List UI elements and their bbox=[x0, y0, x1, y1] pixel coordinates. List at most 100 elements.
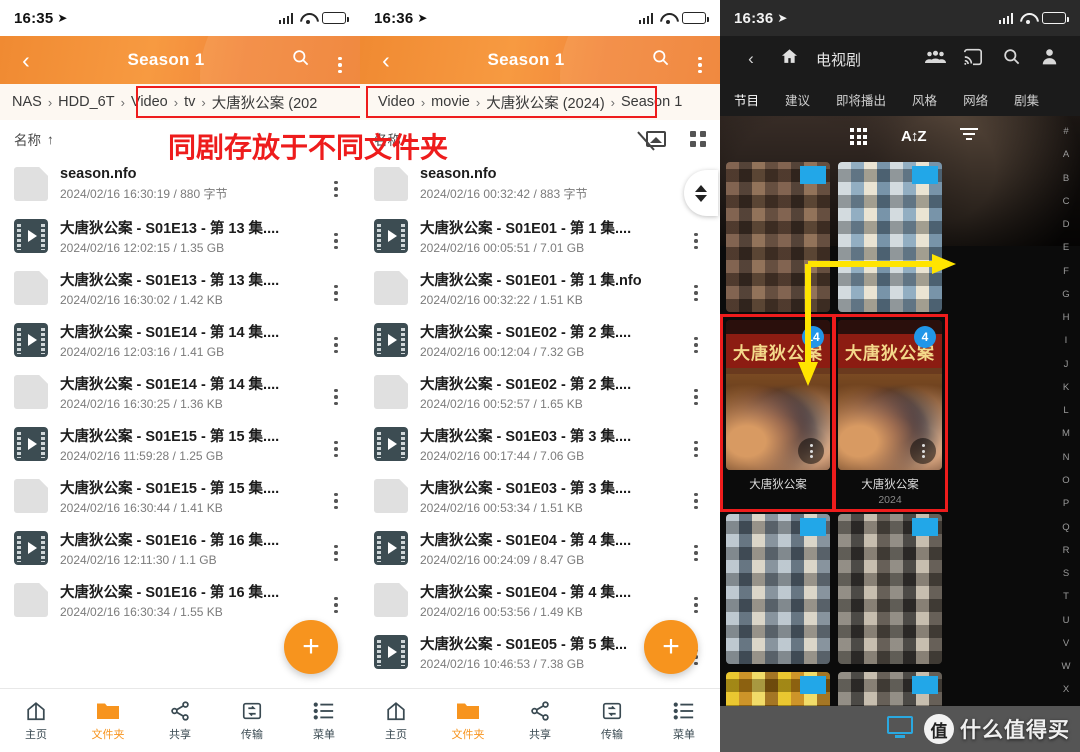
alphabet-index[interactable]: #ABCDEFGHIJKLMNOPQRSTUVWXYZ bbox=[1054, 122, 1078, 746]
breadcrumb-item-0[interactable]: NAS bbox=[8, 94, 46, 110]
file-row[interactable]: 大唐狄公案 - S01E15 - 第 15 集.... 2024/02/16 11… bbox=[0, 418, 360, 470]
file-row[interactable]: 大唐狄公案 - S01E13 - 第 13 集.... 2024/02/16 16… bbox=[0, 262, 360, 314]
file-row[interactable]: 大唐狄公案 - S01E15 - 第 15 集.... 2024/02/16 16… bbox=[0, 470, 360, 522]
add-button[interactable]: + bbox=[284, 620, 338, 674]
tv-tab[interactable]: 剧集 bbox=[1014, 90, 1039, 109]
poster-image[interactable] bbox=[838, 162, 942, 312]
poster-image[interactable]: 大唐狄公案 14 bbox=[726, 320, 830, 470]
nav-item-menu-list[interactable]: 菜单 bbox=[648, 699, 720, 742]
alphabet-index-letter[interactable]: R bbox=[1063, 545, 1070, 556]
alphabet-index-letter[interactable]: X bbox=[1063, 684, 1069, 695]
back-chevron-icon[interactable]: ‹ bbox=[360, 48, 412, 72]
sort-az-icon[interactable]: A↕Z bbox=[901, 128, 926, 145]
row-overflow-icon[interactable] bbox=[324, 223, 348, 249]
file-row[interactable]: 大唐狄公案 - S01E04 - 第 4 集.... 2024/02/16 00:… bbox=[360, 522, 720, 574]
file-row[interactable]: 大唐狄公案 - S01E14 - 第 14 集.... 2024/02/16 16… bbox=[0, 366, 360, 418]
alphabet-index-letter[interactable]: # bbox=[1063, 126, 1068, 137]
alphabet-index-letter[interactable]: K bbox=[1063, 382, 1069, 393]
file-row[interactable]: 大唐狄公案 - S01E01 - 第 1 集.nfo 2024/02/16 00:… bbox=[360, 262, 720, 314]
cast-icon[interactable] bbox=[954, 48, 992, 71]
alphabet-index-letter[interactable]: C bbox=[1063, 196, 1070, 207]
breadcrumb-item-2[interactable]: 大唐狄公案 (2024) bbox=[482, 92, 608, 113]
row-overflow-icon[interactable] bbox=[324, 171, 348, 197]
file-row[interactable]: 大唐狄公案 - S01E16 - 第 16 集.... 2024/02/16 12… bbox=[0, 522, 360, 574]
poster-card[interactable] bbox=[726, 162, 830, 312]
poster-card[interactable] bbox=[838, 162, 942, 312]
breadcrumb-item-1[interactable]: HDD_6T bbox=[54, 94, 118, 110]
file-row[interactable]: 大唐狄公案 - S01E02 - 第 2 集.... 2024/02/16 00:… bbox=[360, 366, 720, 418]
breadcrumb-item-1[interactable]: movie bbox=[427, 94, 474, 110]
nav-item-home[interactable]: 主页 bbox=[0, 699, 72, 742]
file-row[interactable]: 大唐狄公案 - S01E01 - 第 1 集.... 2024/02/16 00:… bbox=[360, 210, 720, 262]
row-overflow-icon[interactable] bbox=[324, 587, 348, 613]
people-icon[interactable] bbox=[916, 49, 954, 70]
person-icon[interactable] bbox=[1030, 47, 1068, 71]
breadcrumb-item-4[interactable]: 大唐狄公案 (202 bbox=[208, 92, 322, 113]
row-overflow-icon[interactable] bbox=[684, 275, 708, 301]
tv-tab[interactable]: 建议 bbox=[785, 90, 810, 109]
row-overflow-icon[interactable] bbox=[684, 223, 708, 249]
poster-card[interactable] bbox=[838, 514, 942, 664]
search-icon[interactable] bbox=[280, 48, 320, 72]
alphabet-index-letter[interactable]: E bbox=[1063, 242, 1069, 253]
grid-9-icon[interactable] bbox=[850, 128, 867, 145]
row-overflow-icon[interactable] bbox=[684, 431, 708, 457]
poster-overflow-icon[interactable] bbox=[798, 438, 824, 464]
row-overflow-icon[interactable] bbox=[324, 275, 348, 301]
alphabet-index-letter[interactable]: G bbox=[1062, 289, 1069, 300]
alphabet-index-letter[interactable]: V bbox=[1063, 638, 1069, 649]
file-row[interactable]: 大唐狄公案 - S01E03 - 第 3 集.... 2024/02/16 00:… bbox=[360, 470, 720, 522]
back-chevron-icon[interactable]: ‹ bbox=[0, 48, 52, 72]
file-row[interactable]: 大唐狄公案 - S01E13 - 第 13 集.... 2024/02/16 12… bbox=[0, 210, 360, 262]
alphabet-index-letter[interactable]: B bbox=[1063, 173, 1069, 184]
nav-item-transfer[interactable]: 传输 bbox=[576, 699, 648, 742]
alphabet-index-letter[interactable]: O bbox=[1062, 475, 1069, 486]
sort-label[interactable]: 名称 bbox=[14, 129, 41, 149]
file-row[interactable]: 大唐狄公案 - S01E02 - 第 2 集.... 2024/02/16 00:… bbox=[360, 314, 720, 366]
filter-icon[interactable] bbox=[959, 128, 978, 145]
poster-card[interactable]: 大唐狄公案 14 大唐狄公案 bbox=[720, 314, 836, 512]
nav-item-home[interactable]: 主页 bbox=[360, 699, 432, 742]
nav-item-folder[interactable]: 文件夹 bbox=[432, 699, 504, 742]
overflow-menu-icon[interactable] bbox=[320, 47, 360, 73]
tv-tab[interactable]: 风格 bbox=[912, 90, 937, 109]
poster-image[interactable]: 大唐狄公案 4 bbox=[838, 320, 942, 470]
row-overflow-icon[interactable] bbox=[324, 535, 348, 561]
tv-icon[interactable] bbox=[887, 716, 913, 734]
alphabet-index-letter[interactable]: I bbox=[1065, 335, 1068, 346]
search-icon[interactable] bbox=[992, 47, 1030, 71]
breadcrumb-item-0[interactable]: Video bbox=[374, 94, 419, 110]
overflow-menu-icon[interactable] bbox=[680, 47, 720, 73]
alphabet-index-letter[interactable]: W bbox=[1062, 661, 1071, 672]
search-icon[interactable] bbox=[640, 48, 680, 72]
tv-tab[interactable]: 网络 bbox=[963, 90, 988, 109]
tv-tab[interactable]: 节目 bbox=[734, 90, 759, 109]
breadcrumb[interactable]: NAS › HDD_6T › Video › tv › 大唐狄公案 (202 bbox=[0, 84, 360, 120]
row-overflow-icon[interactable] bbox=[684, 379, 708, 405]
breadcrumb-item-2[interactable]: Video bbox=[127, 94, 172, 110]
alphabet-index-letter[interactable]: M bbox=[1062, 428, 1070, 439]
add-button[interactable]: + bbox=[644, 620, 698, 674]
row-overflow-icon[interactable] bbox=[684, 587, 708, 613]
file-row[interactable]: 大唐狄公案 - S01E14 - 第 14 集.... 2024/02/16 12… bbox=[0, 314, 360, 366]
poster-overflow-icon[interactable] bbox=[910, 438, 936, 464]
poster-card[interactable]: 大唐狄公案 4 大唐狄公案 2024 bbox=[832, 314, 948, 512]
file-row[interactable]: 大唐狄公案 - S01E04 - 第 4 集.... 2024/02/16 00:… bbox=[360, 574, 720, 626]
alphabet-index-letter[interactable]: T bbox=[1063, 591, 1069, 602]
alphabet-index-letter[interactable]: D bbox=[1063, 219, 1070, 230]
nav-item-share[interactable]: 共享 bbox=[504, 699, 576, 742]
breadcrumb-item-3[interactable]: Season 1 bbox=[617, 94, 686, 110]
poster-card[interactable] bbox=[726, 514, 830, 664]
file-row[interactable]: 大唐狄公案 - S01E16 - 第 16 集.... 2024/02/16 16… bbox=[0, 574, 360, 626]
alphabet-index-letter[interactable]: P bbox=[1063, 498, 1069, 509]
alphabet-index-letter[interactable]: Q bbox=[1062, 522, 1069, 533]
breadcrumb[interactable]: Video › movie › 大唐狄公案 (2024) › Season 1 bbox=[360, 84, 720, 120]
nav-item-folder[interactable]: 文件夹 bbox=[72, 699, 144, 742]
row-overflow-icon[interactable] bbox=[684, 327, 708, 353]
home-icon[interactable] bbox=[770, 47, 808, 71]
breadcrumb-item-3[interactable]: tv bbox=[180, 94, 199, 110]
row-overflow-icon[interactable] bbox=[684, 483, 708, 509]
nav-item-share[interactable]: 共享 bbox=[144, 699, 216, 742]
nav-item-transfer[interactable]: 传输 bbox=[216, 699, 288, 742]
back-chevron-icon[interactable]: ‹ bbox=[732, 49, 770, 69]
